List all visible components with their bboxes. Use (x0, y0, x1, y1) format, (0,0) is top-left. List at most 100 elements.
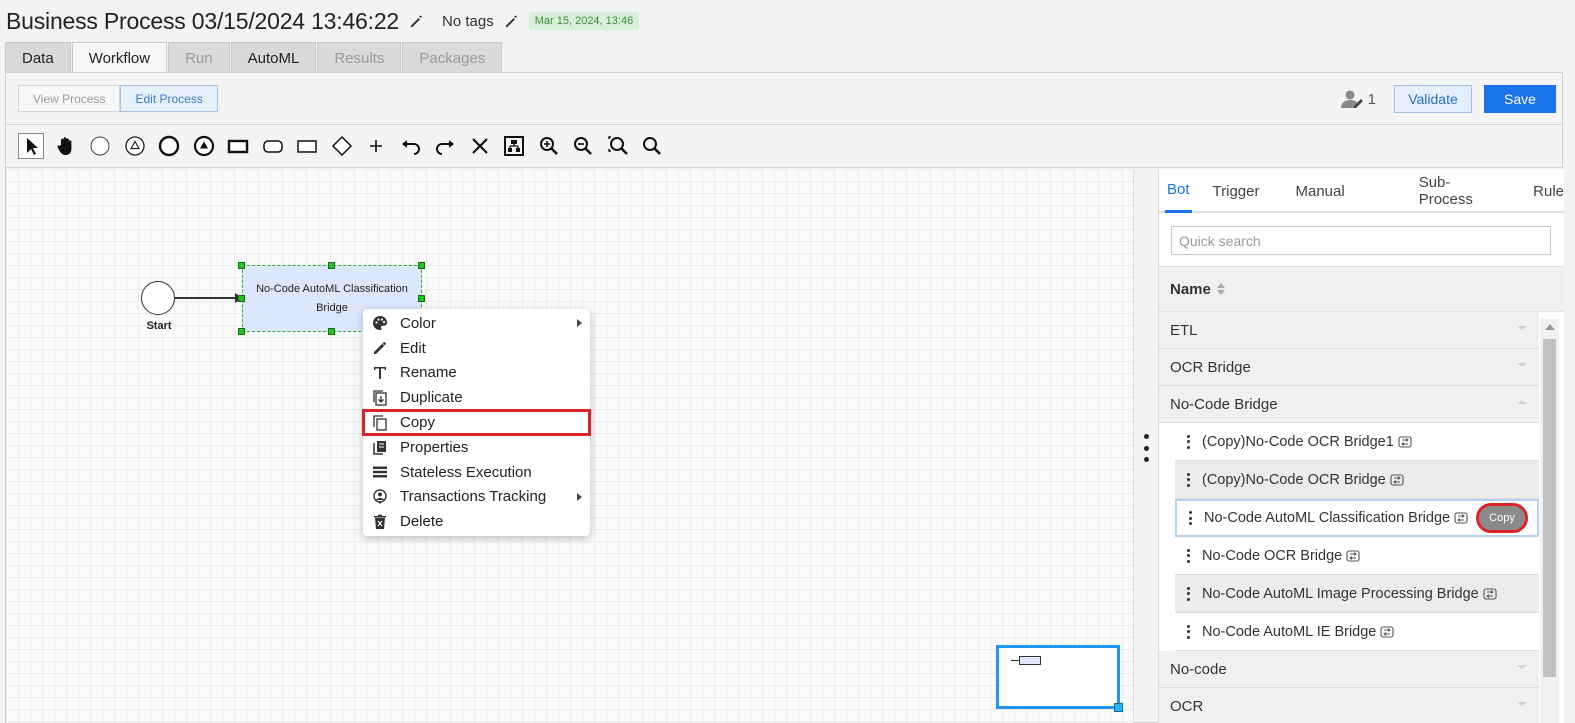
action-bar: View Process Edit Process 1 Validate Sav… (6, 73, 1562, 125)
name-column-header[interactable]: Name (1159, 266, 1564, 312)
menu-item-properties[interactable]: Properties (363, 435, 590, 460)
view-process-button[interactable]: View Process (18, 85, 121, 112)
zoom-in-icon[interactable] (536, 133, 562, 159)
resize-handle[interactable] (238, 295, 245, 302)
start-event-icon[interactable] (87, 133, 113, 159)
list-item-label: No-Code OCR Bridge (1202, 547, 1343, 564)
library-tabs: Bot Trigger Manual Sub-Process Rule (1159, 169, 1564, 213)
chevron-up-icon (1517, 400, 1527, 404)
tab-sub-process[interactable]: Sub-Process (1419, 169, 1493, 213)
end-event-icon[interactable] (156, 133, 182, 159)
tab-automl[interactable]: AutoML (230, 42, 317, 73)
delete-icon[interactable] (467, 133, 493, 159)
edit-tags-icon[interactable] (504, 14, 519, 29)
resize-handle[interactable] (238, 328, 245, 335)
subprocess-icon[interactable] (260, 133, 286, 159)
resize-handle[interactable] (328, 262, 335, 269)
tab-trigger[interactable]: Trigger (1213, 169, 1260, 213)
list-item-selected[interactable]: No-Code AutoML Classification Bridge Cop… (1175, 499, 1539, 537)
menu-item-copy[interactable]: Copy (362, 409, 591, 436)
validate-button[interactable]: Validate (1394, 85, 1472, 113)
annotation-icon[interactable] (294, 133, 320, 159)
menu-item-label: Stateless Execution (400, 463, 532, 481)
minimap-resize-handle[interactable] (1114, 703, 1123, 712)
group-ocr-bridge[interactable]: OCR Bridge (1159, 349, 1539, 386)
resize-handle[interactable] (328, 328, 335, 335)
copy-icon (371, 414, 389, 432)
menu-item-rename[interactable]: Rename (363, 361, 590, 386)
tab-manual[interactable]: Manual (1295, 169, 1344, 213)
bridge-icon (1380, 625, 1394, 638)
redo-icon[interactable] (432, 133, 458, 159)
diagram-canvas[interactable]: Start No-Code AutoML Classification Brid… (6, 169, 1134, 723)
list-item[interactable]: No-Code AutoML IE Bridge (1175, 613, 1539, 651)
list-item[interactable]: (Copy)No-Code OCR Bridge (1175, 461, 1539, 499)
edit-title-icon[interactable] (409, 14, 424, 29)
menu-item-stateless-execution[interactable]: Stateless Execution (363, 460, 590, 485)
menu-item-edit[interactable]: Edit (363, 336, 590, 361)
menu-item-duplicate[interactable]: Duplicate (363, 385, 590, 410)
copy-button[interactable]: Copy (1476, 503, 1528, 533)
drag-handle-icon[interactable] (1187, 548, 1191, 563)
zoom-out-icon[interactable] (570, 133, 596, 159)
drag-handle-icon[interactable] (1187, 586, 1191, 601)
task-icon[interactable] (225, 133, 251, 159)
group-label: OCR Bridge (1170, 358, 1251, 376)
list-item[interactable]: No-Code OCR Bridge (1175, 537, 1539, 575)
start-event-node[interactable] (141, 281, 175, 315)
tab-packages[interactable]: Packages (402, 42, 503, 73)
scroll-up-icon[interactable] (1545, 324, 1555, 330)
pointer-icon[interactable] (18, 133, 44, 159)
gateway-icon[interactable] (329, 133, 355, 159)
zoom-reset-icon[interactable] (639, 133, 665, 159)
menu-item-color[interactable]: Color (363, 311, 590, 336)
resize-handle[interactable] (418, 262, 425, 269)
layout-icon[interactable] (501, 133, 527, 159)
panel-resize-handle[interactable] (1142, 434, 1150, 462)
tab-data[interactable]: Data (5, 42, 71, 73)
menu-item-transactions-tracking[interactable]: Transactions Tracking (363, 485, 590, 510)
list-item[interactable]: No-Code AutoML Image Processing Bridge (1175, 575, 1539, 613)
list-item[interactable]: (Copy)No-Code OCR Bridge1 (1175, 423, 1539, 461)
undo-icon[interactable] (398, 133, 424, 159)
list-scrollbar[interactable] (1540, 319, 1559, 723)
group-no-code-bridge[interactable]: No-Code Bridge (1159, 386, 1539, 423)
zoom-fit-icon[interactable] (605, 133, 631, 159)
tab-rule[interactable]: Rule (1533, 169, 1564, 213)
submenu-arrow-icon (577, 319, 582, 327)
edit-process-button[interactable]: Edit Process (120, 85, 218, 112)
minimap[interactable] (996, 645, 1123, 712)
minimap-edge (1011, 660, 1019, 661)
tab-run[interactable]: Run (168, 42, 230, 73)
drag-handle-icon[interactable] (1187, 472, 1191, 487)
sort-icon[interactable] (1216, 283, 1225, 295)
menu-item-delete[interactable]: Delete (363, 509, 590, 534)
editors-indicator[interactable]: 1 (1340, 89, 1376, 109)
resize-handle[interactable] (238, 262, 245, 269)
drag-handle-icon[interactable] (1187, 434, 1191, 449)
submenu-arrow-icon (577, 492, 582, 501)
group-etl[interactable]: ETL (1159, 312, 1539, 349)
resize-handle[interactable] (418, 295, 425, 302)
group-ocr[interactable]: OCR (1159, 688, 1539, 723)
quick-search-input[interactable] (1171, 226, 1551, 255)
sequence-flow[interactable] (175, 297, 241, 299)
list-item-label: No-Code AutoML Classification Bridge (1204, 510, 1451, 526)
tab-workflow[interactable]: Workflow (71, 42, 168, 74)
drag-handle-icon[interactable] (1187, 624, 1191, 639)
column-header-label: Name (1170, 280, 1211, 298)
text-icon (371, 364, 389, 382)
scrollbar-thumb[interactable] (1543, 339, 1556, 677)
editors-count: 1 (1367, 90, 1376, 108)
tab-bot[interactable]: Bot (1165, 169, 1192, 213)
drag-handle-icon[interactable] (1189, 511, 1193, 525)
chevron-down-icon (1517, 702, 1527, 706)
add-icon[interactable] (363, 133, 389, 159)
tab-results[interactable]: Results (317, 42, 402, 73)
menu-item-label: Duplicate (400, 389, 463, 407)
group-no-code[interactable]: No-code (1159, 651, 1539, 688)
signal-end-icon[interactable] (191, 133, 217, 159)
hand-icon[interactable] (53, 133, 79, 159)
save-button[interactable]: Save (1484, 85, 1556, 113)
signal-start-icon[interactable] (122, 133, 148, 159)
